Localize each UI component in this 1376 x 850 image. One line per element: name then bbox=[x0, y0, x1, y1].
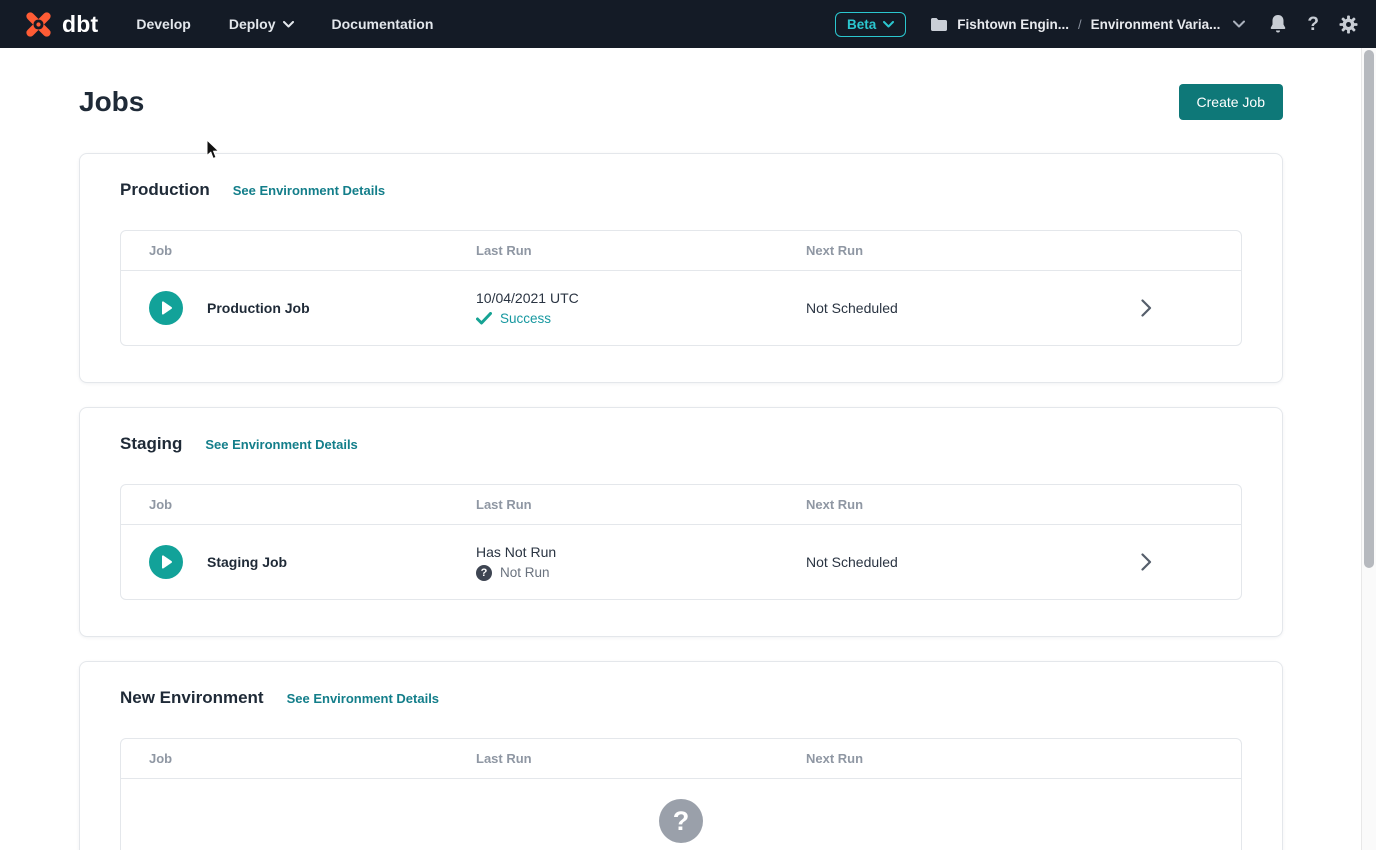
breadcrumb[interactable]: Fishtown Engin... / Environment Varia... bbox=[930, 17, 1245, 32]
jobs-table: Job Last Run Next Run Production Job 10/… bbox=[120, 230, 1242, 346]
next-run-value: Not Scheduled bbox=[806, 554, 1051, 570]
chevron-down-icon bbox=[883, 21, 894, 28]
table-header-row: Job Last Run Next Run bbox=[121, 485, 1241, 525]
column-header-last-run: Last Run bbox=[476, 751, 806, 766]
nav-documentation[interactable]: Documentation bbox=[332, 16, 434, 32]
environment-card-production: Production See Environment Details Job L… bbox=[79, 153, 1283, 383]
last-run-date: 10/04/2021 UTC bbox=[476, 290, 806, 306]
environment-card-staging: Staging See Environment Details Job Last… bbox=[79, 407, 1283, 637]
bell-icon[interactable] bbox=[1269, 14, 1287, 34]
page-title: Jobs bbox=[79, 86, 144, 118]
breadcrumb-project[interactable]: Fishtown Engin... bbox=[957, 17, 1069, 32]
status-badge[interactable]: Success bbox=[500, 311, 551, 326]
job-name: Staging Job bbox=[207, 554, 287, 570]
jobs-table: Job Last Run Next Run ? bbox=[120, 738, 1242, 850]
brand-text: dbt bbox=[62, 11, 98, 38]
check-icon bbox=[476, 312, 492, 325]
nav-develop[interactable]: Develop bbox=[136, 16, 190, 32]
table-header-row: Job Last Run Next Run bbox=[121, 231, 1241, 271]
job-row[interactable]: Staging Job Has Not Run ? Not Run Not Sc… bbox=[121, 525, 1241, 599]
beta-label: Beta bbox=[847, 17, 876, 32]
top-navigation: Develop Deploy Documentation bbox=[136, 16, 433, 32]
scrollbar-track[interactable] bbox=[1361, 48, 1376, 850]
column-header-job: Job bbox=[121, 497, 476, 512]
chevron-right-icon[interactable] bbox=[1051, 299, 1241, 317]
jobs-table: Job Last Run Next Run Staging Job Has No… bbox=[120, 484, 1242, 600]
column-header-job: Job bbox=[121, 751, 476, 766]
question-mark-circle-icon: ? bbox=[659, 799, 703, 843]
column-header-last-run: Last Run bbox=[476, 243, 806, 258]
last-run-date: Has Not Run bbox=[476, 544, 806, 560]
nav-deploy-label: Deploy bbox=[229, 16, 276, 32]
gear-icon[interactable] bbox=[1339, 15, 1358, 34]
job-row[interactable]: Production Job 10/04/2021 UTC Success No… bbox=[121, 271, 1241, 345]
column-header-next-run: Next Run bbox=[806, 243, 1051, 258]
dbt-logo[interactable]: dbt bbox=[22, 8, 98, 41]
topbar: dbt Develop Deploy Documentation Beta Fi… bbox=[0, 0, 1376, 48]
see-environment-details-link[interactable]: See Environment Details bbox=[205, 437, 357, 452]
column-header-last-run: Last Run bbox=[476, 497, 806, 512]
breadcrumb-separator: / bbox=[1078, 17, 1082, 32]
job-name: Production Job bbox=[207, 300, 310, 316]
empty-state: ? bbox=[121, 779, 1241, 850]
run-job-play-button[interactable] bbox=[149, 291, 183, 325]
environment-card-new-environment: New Environment See Environment Details … bbox=[79, 661, 1283, 850]
column-header-job: Job bbox=[121, 243, 476, 258]
column-header-next-run: Next Run bbox=[806, 497, 1051, 512]
chevron-down-icon[interactable] bbox=[1233, 20, 1245, 28]
beta-dropdown[interactable]: Beta bbox=[835, 12, 906, 37]
next-run-value: Not Scheduled bbox=[806, 300, 1051, 316]
environment-title: Staging bbox=[120, 434, 182, 454]
environment-title: Production bbox=[120, 180, 210, 200]
folder-icon bbox=[930, 17, 948, 32]
chevron-down-icon bbox=[283, 21, 294, 28]
see-environment-details-link[interactable]: See Environment Details bbox=[287, 691, 439, 706]
help-icon[interactable]: ? bbox=[1307, 15, 1319, 34]
status-badge: Not Run bbox=[500, 565, 550, 580]
run-job-play-button[interactable] bbox=[149, 545, 183, 579]
breadcrumb-page[interactable]: Environment Varia... bbox=[1091, 17, 1221, 32]
chevron-right-icon[interactable] bbox=[1051, 553, 1241, 571]
table-header-row: Job Last Run Next Run bbox=[121, 739, 1241, 779]
column-header-next-run: Next Run bbox=[806, 751, 1051, 766]
main-content: Jobs Create Job Production See Environme… bbox=[79, 84, 1283, 850]
dbt-logo-icon bbox=[22, 8, 55, 41]
see-environment-details-link[interactable]: See Environment Details bbox=[233, 183, 385, 198]
nav-deploy[interactable]: Deploy bbox=[229, 16, 294, 32]
create-job-button[interactable]: Create Job bbox=[1179, 84, 1283, 120]
scrollbar-thumb[interactable] bbox=[1364, 50, 1374, 568]
environment-title: New Environment bbox=[120, 688, 264, 708]
question-mark-circle-icon: ? bbox=[476, 565, 492, 581]
